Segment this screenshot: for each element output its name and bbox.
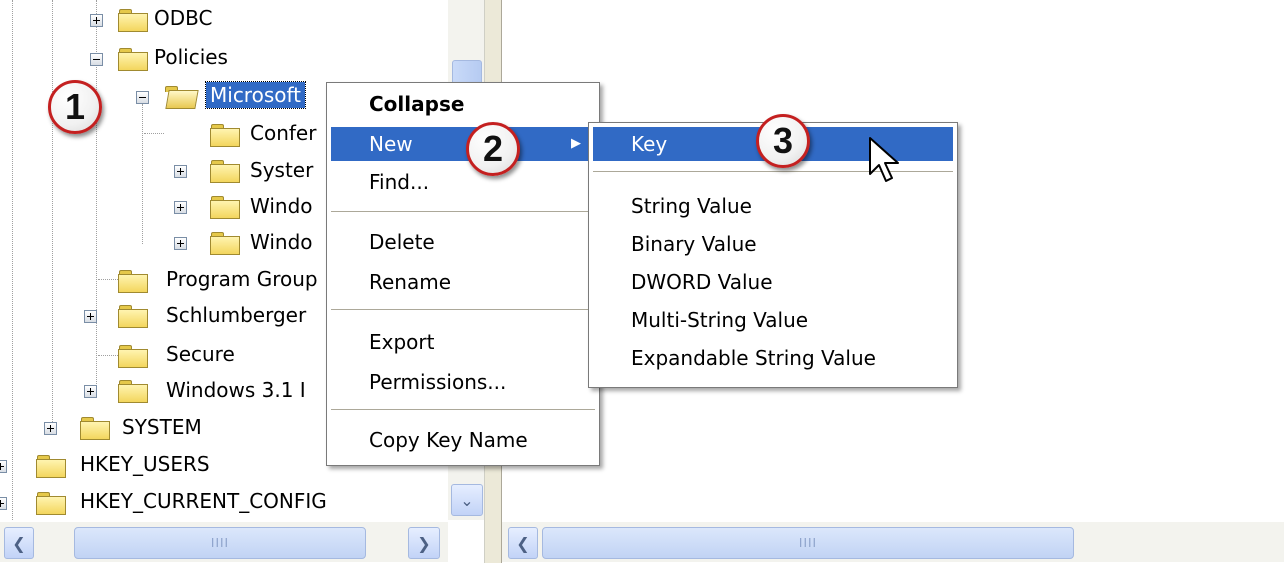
menu-item-permissions[interactable]: Permissions... (331, 365, 595, 399)
menu-item-new-label: New (369, 132, 413, 156)
scroll-down-button[interactable]: ⌄ (451, 484, 483, 516)
tree-connector (142, 104, 143, 244)
submenu-item-string-value[interactable]: String Value (593, 189, 953, 223)
scroll-right-button[interactable]: ❯ (408, 527, 440, 559)
submenu-arrow-icon: ▶ (571, 136, 581, 151)
context-menu: Collapse New ▶ Find... Delete Rename Exp… (326, 82, 600, 466)
submenu-item-dword-value[interactable]: DWORD Value (593, 265, 953, 299)
horizontal-scroll-thumb[interactable]: IIII (74, 527, 366, 559)
menu-item-export[interactable]: Export (331, 325, 595, 359)
tree-horizontal-scrollbar[interactable]: ❮ IIII ❯ (0, 522, 448, 562)
step-callout: 1 (48, 80, 102, 134)
expand-schlumberger-button[interactable] (84, 310, 97, 323)
expand-windows-2-button[interactable] (174, 237, 187, 250)
menu-separator (331, 309, 595, 310)
collapse-policies-button[interactable] (90, 53, 103, 66)
menu-item-new[interactable]: New ▶ (331, 127, 595, 161)
tree-item-windows-31[interactable]: Windows 3.1 I (166, 377, 306, 403)
step-callout: 2 (466, 122, 520, 176)
folder-icon (118, 305, 148, 328)
tree-item-policies[interactable]: Policies (154, 44, 228, 70)
folder-icon (118, 270, 148, 293)
expand-hkey-current-config-button[interactable] (0, 497, 7, 510)
tree-connector (98, 279, 118, 280)
folder-icon (118, 345, 148, 368)
folder-icon (210, 124, 240, 147)
folder-icon (36, 492, 66, 515)
folder-icon (210, 232, 240, 255)
menu-item-find[interactable]: Find... (331, 165, 595, 199)
tree-item-system-sub[interactable]: Syster (250, 157, 313, 183)
folder-icon (36, 455, 66, 478)
folder-icon (210, 160, 240, 183)
folder-icon (80, 417, 110, 440)
open-folder-icon (164, 86, 199, 109)
chevron-down-icon: ⌄ (460, 490, 474, 510)
submenu-item-expandable-string-value[interactable]: Expandable String Value (593, 341, 953, 375)
menu-item-collapse[interactable]: Collapse (331, 87, 595, 121)
values-horizontal-scrollbar[interactable]: ❮ IIII (502, 522, 1284, 562)
menu-item-rename[interactable]: Rename (331, 265, 595, 299)
scroll-grip-icon: IIII (798, 536, 818, 550)
menu-separator (331, 211, 595, 212)
tree-connector (52, 0, 53, 428)
tree-item-odbc[interactable]: ODBC (154, 5, 212, 31)
step-callout: 3 (756, 114, 810, 168)
tree-item-program-groups[interactable]: Program Group (166, 266, 318, 292)
chevron-left-icon: ❮ (516, 533, 530, 553)
tree-item-windows-2[interactable]: Windo (250, 229, 313, 255)
tree-item-windows-1[interactable]: Windo (250, 193, 313, 219)
mouse-cursor-icon (869, 137, 899, 182)
tree-item-hkey-current-config[interactable]: HKEY_CURRENT_CONFIG (80, 488, 327, 514)
tree-connector (98, 355, 118, 356)
menu-item-copy-key-name[interactable]: Copy Key Name (331, 423, 595, 457)
chevron-left-icon: ❮ (12, 533, 26, 553)
tree-connector (144, 133, 164, 134)
scroll-grip-icon: IIII (210, 536, 230, 550)
tree-item-microsoft[interactable]: Microsoft (204, 81, 307, 109)
expand-hkey-users-button[interactable] (0, 460, 7, 473)
tree-connector (12, 0, 13, 520)
tree-item-hkey-users[interactable]: HKEY_USERS (80, 451, 210, 477)
scroll-left-button[interactable]: ❮ (4, 527, 34, 559)
folder-icon (118, 9, 148, 32)
chevron-right-icon: ❯ (417, 533, 431, 553)
tree-item-secure[interactable]: Secure (166, 341, 235, 367)
expand-windows-31-button[interactable] (84, 385, 97, 398)
expand-windows-1-button[interactable] (174, 201, 187, 214)
menu-item-delete[interactable]: Delete (331, 225, 595, 259)
tree-item-system[interactable]: SYSTEM (122, 414, 202, 440)
expand-system-button[interactable] (44, 422, 57, 435)
folder-icon (118, 48, 148, 71)
horizontal-scroll-thumb[interactable]: IIII (542, 527, 1074, 559)
tree-item-conferencing[interactable]: Confer (250, 120, 316, 146)
scroll-left-button[interactable]: ❮ (508, 527, 538, 559)
submenu-item-binary-value[interactable]: Binary Value (593, 227, 953, 261)
expand-odbc-button[interactable] (90, 14, 103, 27)
folder-icon (210, 196, 240, 219)
collapse-microsoft-button[interactable] (136, 91, 149, 104)
expand-system-button[interactable] (174, 165, 187, 178)
submenu-item-multi-string-value[interactable]: Multi-String Value (593, 303, 953, 337)
tree-item-schlumberger[interactable]: Schlumberger (166, 302, 306, 328)
folder-icon (118, 380, 148, 403)
menu-separator (331, 409, 595, 410)
